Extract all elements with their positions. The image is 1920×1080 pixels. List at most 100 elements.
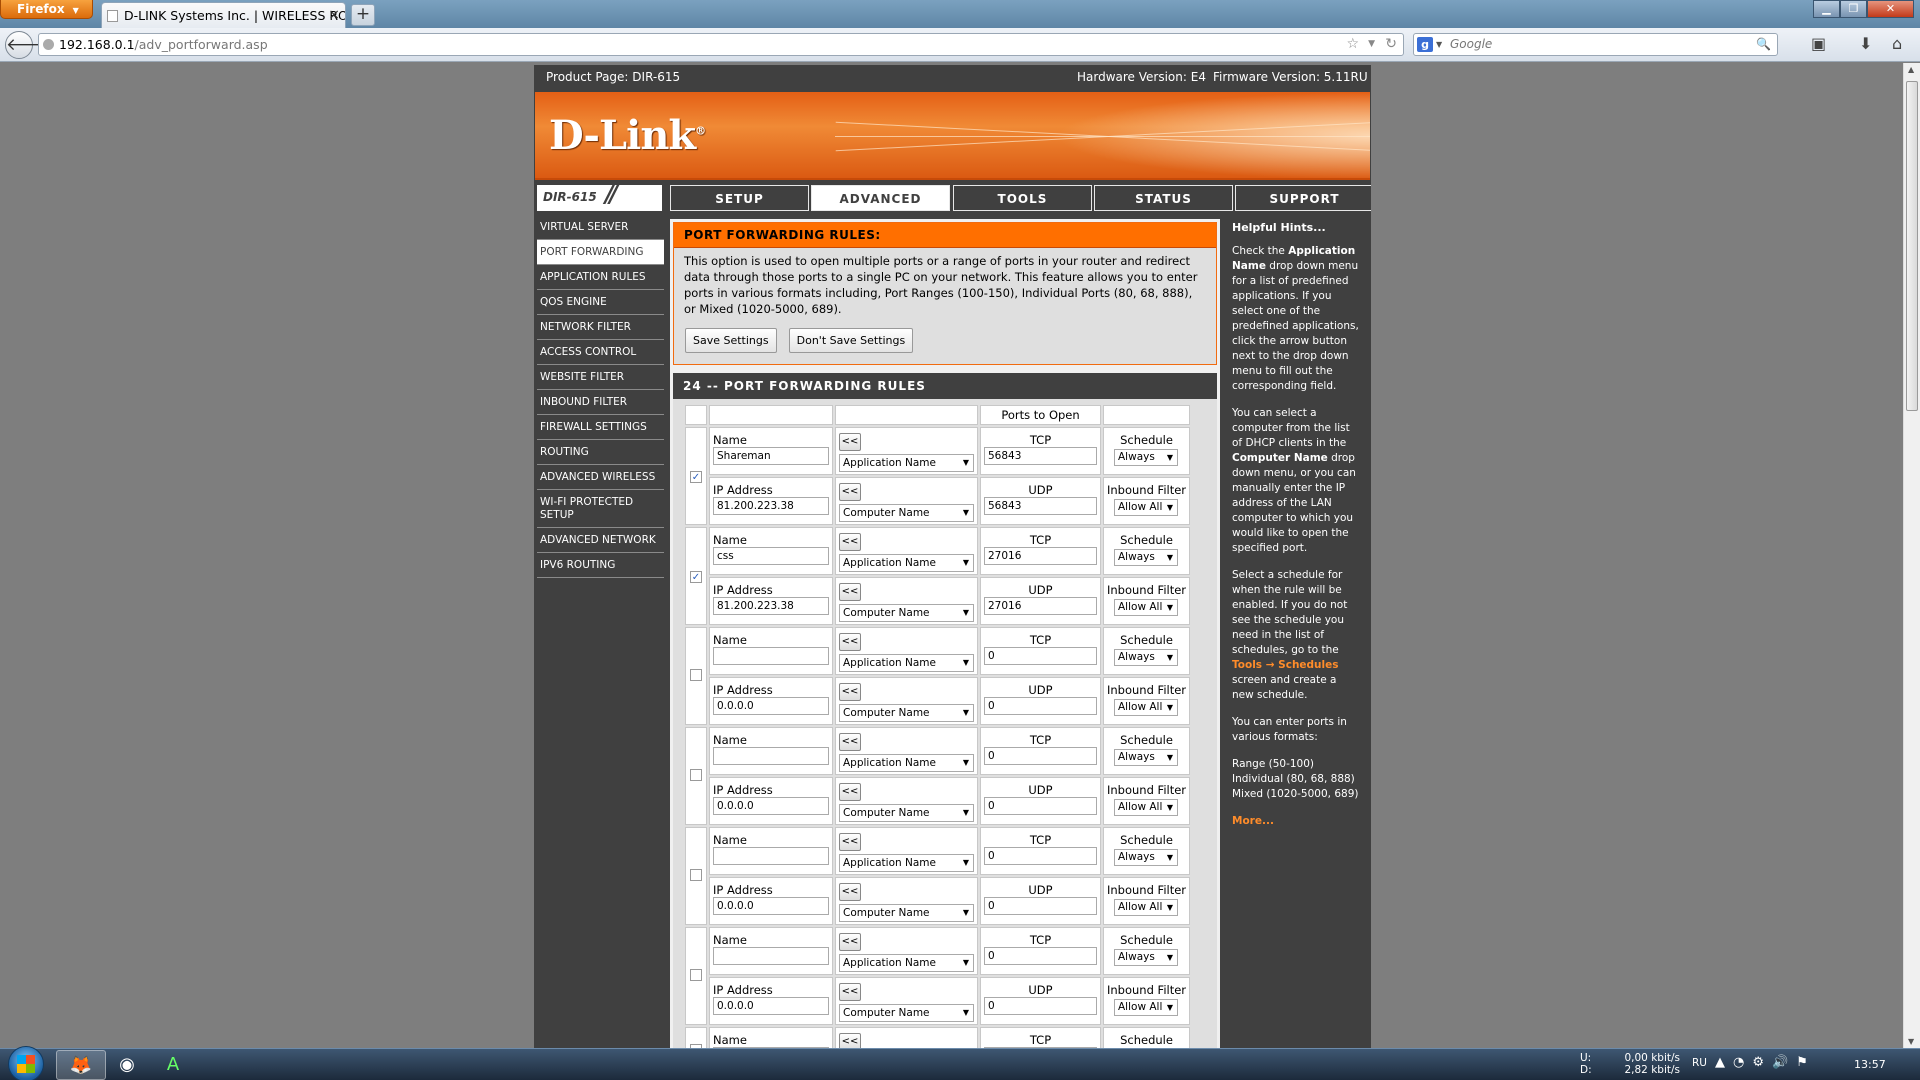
schedule-select[interactable]: Always ▼ [1114,749,1178,766]
volume-icon[interactable]: 🔊 [1772,1055,1796,1070]
ip-address-input[interactable]: 0.0.0.0 [713,797,829,815]
inbound-filter-select[interactable]: Allow All ▼ [1114,599,1178,616]
application-name-select[interactable]: Application Name ▼ [839,554,974,572]
tab-status[interactable]: STATUS [1094,185,1233,211]
url-bar[interactable]: 192.168.0.1/adv_portforward.asp ☆ ▼ ↻ [38,33,1404,56]
google-icon[interactable]: g [1417,37,1433,52]
udp-ports-input[interactable]: 0 [984,997,1097,1015]
rule-name-input[interactable] [713,647,829,665]
sidebar-item-ipv6-routing[interactable]: IPV6 ROUTING [537,553,664,578]
rule-enable-checkbox[interactable]: ✓ [690,571,702,583]
fill-application-button[interactable]: << [839,433,861,451]
reload-icon[interactable]: ↻ [1385,34,1397,55]
computer-name-select[interactable]: Computer Name ▼ [839,504,974,522]
application-name-select[interactable]: Application Name ▼ [839,654,974,672]
computer-name-select[interactable]: Computer Name ▼ [839,904,974,922]
scroll-up-icon[interactable]: ▲ [1908,65,1914,74]
computer-name-select[interactable]: Computer Name ▼ [839,604,974,622]
tcp-ports-input[interactable]: 56843 [984,447,1097,465]
fill-computer-button[interactable]: << [839,983,861,1001]
udp-ports-input[interactable]: 0 [984,697,1097,715]
rule-enable-checkbox[interactable] [690,868,702,881]
back-button[interactable]: 🡐 [5,31,52,59]
fill-computer-button[interactable]: << [839,683,861,701]
taskbar-app-icon[interactable]: A [148,1050,198,1080]
browser-tab[interactable]: D-LINK Systems Inc. | WIRELESS ROUTER...… [101,2,346,28]
scroll-down-icon[interactable]: ▼ [1908,1037,1914,1046]
tcp-ports-input[interactable]: 0 [984,947,1097,965]
language-indicator[interactable]: RU [1692,1057,1707,1069]
more-link[interactable]: More... [1232,815,1274,827]
new-tab-button[interactable]: + [351,4,375,26]
ip-address-input[interactable]: 0.0.0.0 [713,697,829,715]
sidebar-item-advanced-wireless[interactable]: ADVANCED WIRELESS [537,465,664,490]
application-name-select[interactable]: Application Name ▼ [839,954,974,972]
schedule-select[interactable]: Always ▼ [1114,649,1178,666]
tab-advanced[interactable]: ADVANCED [811,185,950,211]
ip-address-input[interactable]: 0.0.0.0 [713,997,829,1015]
chevron-down-icon[interactable]: ▼ [1436,34,1442,55]
schedule-select[interactable]: Always ▼ [1114,549,1178,566]
application-name-select[interactable]: Application Name ▼ [839,754,974,772]
tab-setup[interactable]: SETUP [670,185,809,211]
product-page-link[interactable]: Product Page: DIR-615 [546,65,680,90]
schedule-select[interactable]: Always ▼ [1114,949,1178,966]
inbound-filter-select[interactable]: Allow All ▼ [1114,499,1178,516]
tcp-ports-input[interactable]: 0 [984,647,1097,665]
search-icon[interactable]: 🔍 [1756,34,1771,55]
sidebar-item-qos-engine[interactable]: QOS ENGINE [537,290,664,315]
application-name-select[interactable]: Application Name ▼ [839,454,974,472]
close-tab-icon[interactable]: × [328,7,340,23]
computer-name-select[interactable]: Computer Name ▼ [839,804,974,822]
download-icon[interactable]: ⬇ [1859,34,1872,53]
fill-computer-button[interactable]: << [839,483,861,501]
sidebar-item-advanced-network[interactable]: ADVANCED NETWORK [537,528,664,553]
rule-name-input[interactable] [713,947,829,965]
computer-name-select[interactable]: Computer Name ▼ [839,704,974,722]
application-name-select[interactable]: Application Name ▼ [839,854,974,872]
close-window-button[interactable]: ✕ [1867,0,1914,18]
ip-address-input[interactable]: 81.200.223.38 [713,497,829,515]
tcp-ports-input[interactable]: 0 [984,847,1097,865]
tools-schedules-link[interactable]: Tools → Schedules [1232,659,1339,671]
skype-icon[interactable]: ◔ [1733,1055,1752,1070]
taskbar-chrome-icon[interactable]: ◉ [102,1050,152,1080]
fill-computer-button[interactable]: << [839,883,861,901]
sidebar-item-access-control[interactable]: ACCESS CONTROL [537,340,664,365]
udp-ports-input[interactable]: 0 [984,797,1097,815]
rule-name-input[interactable]: Shareman [713,447,829,465]
start-button[interactable] [8,1046,44,1080]
fill-application-button[interactable]: << [839,933,861,951]
fill-application-button[interactable]: << [839,533,861,551]
sidebar-item-website-filter[interactable]: WEBSITE FILTER [537,365,664,390]
rule-enable-checkbox[interactable] [690,668,702,681]
fill-computer-button[interactable]: << [839,583,861,601]
inbound-filter-select[interactable]: Allow All ▼ [1114,799,1178,816]
ip-address-input[interactable]: 81.200.223.38 [713,597,829,615]
rule-name-input[interactable] [713,747,829,765]
sidebar-item-wps[interactable]: WI-FI PROTECTED SETUP [537,490,664,528]
schedule-select[interactable]: Always ▼ [1114,849,1178,866]
maximize-button[interactable]: ❐ [1840,0,1867,18]
inbound-filter-select[interactable]: Allow All ▼ [1114,699,1178,716]
bookmark-star-icon[interactable]: ☆ [1346,34,1359,55]
rule-name-input[interactable] [713,847,829,865]
url-dropdown-icon[interactable]: ▼ [1368,34,1375,55]
sidebar-item-port-forwarding[interactable]: PORT FORWARDING [537,240,664,265]
page-scrollbar[interactable]: ▲ ▼ [1903,63,1920,1048]
tcp-ports-input[interactable]: 27016 [984,547,1097,565]
clock[interactable]: 13:57 [1854,1058,1886,1071]
sidebar-item-inbound-filter[interactable]: INBOUND FILTER [537,390,664,415]
sidebar-item-firewall-settings[interactable]: FIREWALL SETTINGS [537,415,664,440]
firefox-menu-button[interactable]: Firefox ▼ [0,0,93,19]
sidebar-item-virtual-server[interactable]: VIRTUAL SERVER [537,215,664,240]
tab-support[interactable]: SUPPORT [1235,185,1371,211]
tab-tools[interactable]: TOOLS [953,185,1092,211]
ip-address-input[interactable]: 0.0.0.0 [713,897,829,915]
fill-application-button[interactable]: << [839,633,861,651]
action-center-icon[interactable]: ⚑ [1796,1055,1816,1070]
scrollbar-thumb[interactable] [1906,81,1918,411]
sidebar-item-application-rules[interactable]: APPLICATION RULES [537,265,664,290]
rule-enable-checkbox[interactable] [690,768,702,781]
fill-application-button[interactable]: << [839,733,861,751]
